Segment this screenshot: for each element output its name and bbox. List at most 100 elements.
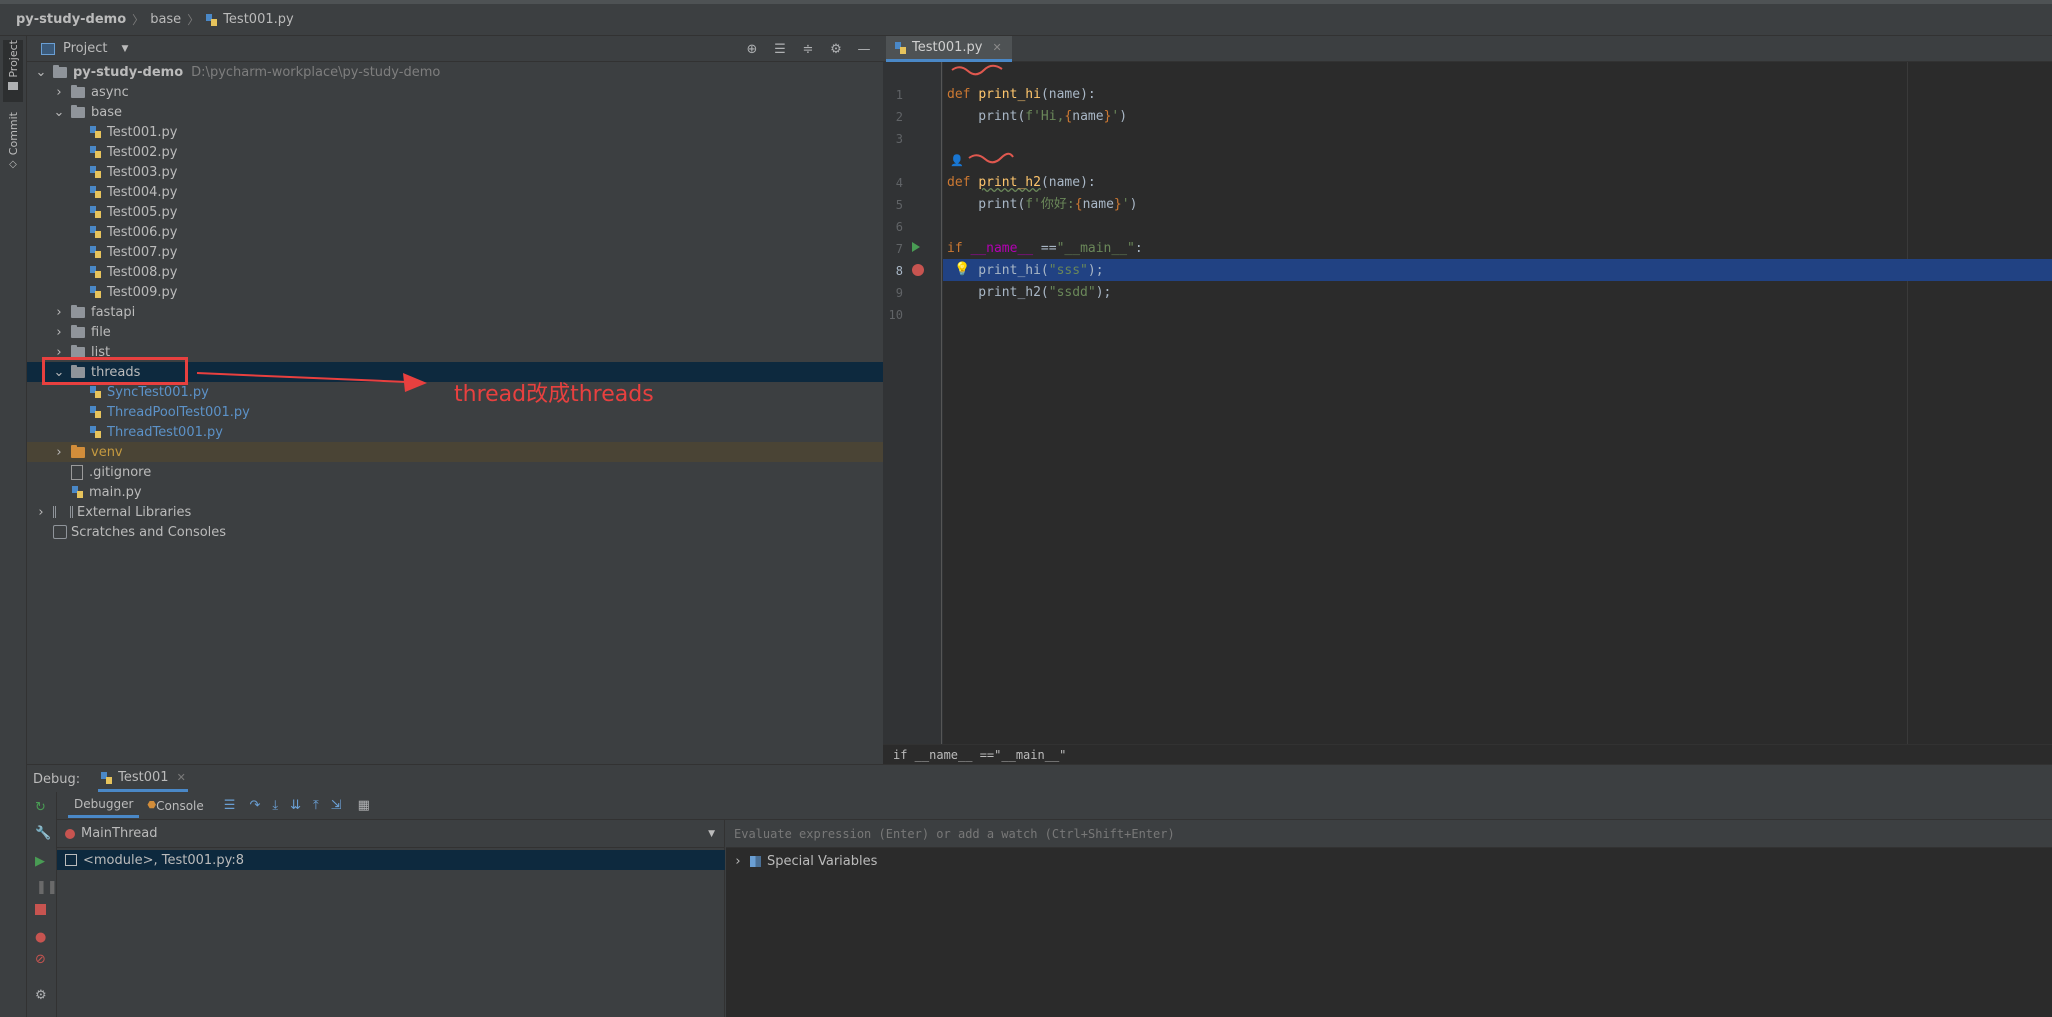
tree-item-file[interactable]: Test001.py xyxy=(27,122,945,142)
tree-item-gitignore[interactable]: .gitignore xyxy=(27,462,927,482)
tree-item-label: External Libraries xyxy=(77,504,192,520)
tree-item-file[interactable]: Test009.py xyxy=(27,282,945,302)
root-path: D:\pycharm-workplace\py-study-demo xyxy=(191,64,441,80)
gear-icon[interactable]: ⚙ xyxy=(35,988,47,1003)
special-variables-row[interactable]: › Special Variables xyxy=(726,850,877,872)
line-number: 8 xyxy=(895,264,903,278)
tree-item-file[interactable]: Test007.py xyxy=(27,242,945,262)
python-file-icon xyxy=(90,166,101,178)
lightbulb-icon[interactable]: 💡 xyxy=(954,262,970,277)
chevron-right-icon[interactable]: › xyxy=(732,854,744,869)
code-line-9[interactable]: print_h2("ssdd"); xyxy=(947,282,1111,304)
tree-item-file[interactable]: Test008.py xyxy=(27,262,945,282)
thread-selector[interactable]: MainThread ▼ xyxy=(57,820,725,848)
tree-item-external-libraries[interactable]: › External Libraries xyxy=(27,502,891,522)
folder-icon xyxy=(71,104,85,118)
tree-item-file[interactable]: Test006.py xyxy=(27,222,945,242)
mute-breakpoints-icon[interactable]: ⊘ xyxy=(35,952,46,967)
annotation-arrow xyxy=(196,372,427,392)
scratches-icon xyxy=(53,525,67,539)
stack-frame-label: <module>, Test001.py:8 xyxy=(83,852,244,868)
editor-tab-label: Test001.py xyxy=(912,40,983,55)
step-into-icon[interactable]: ⤓ xyxy=(272,798,278,813)
tree-item-label: venv xyxy=(91,444,123,460)
breadcrumb-project[interactable]: py-study-demo xyxy=(16,12,126,27)
code-line-4[interactable]: def print_h2(name): xyxy=(947,172,1096,194)
rerun-icon[interactable]: ↻ xyxy=(35,800,46,815)
tree-item-label: Test007.py xyxy=(107,244,178,260)
resume-icon[interactable]: ▶ xyxy=(35,854,45,869)
collapse-all-icon[interactable]: ≑ xyxy=(799,40,817,58)
python-file-icon xyxy=(90,386,101,398)
chevron-right-icon[interactable]: › xyxy=(53,305,65,320)
tree-item-label: Test006.py xyxy=(107,224,178,240)
code-line-8[interactable]: print_hi("sss"); xyxy=(947,260,1103,282)
run-icon[interactable] xyxy=(912,242,920,252)
breadcrumb-file[interactable]: Test001.py xyxy=(223,12,294,27)
chevron-right-icon[interactable]: › xyxy=(53,85,65,100)
editor-area[interactable] xyxy=(883,36,2052,764)
wrench-icon[interactable]: 🔧 xyxy=(35,826,51,841)
pause-icon[interactable]: ❚❚ xyxy=(36,880,58,895)
editor-breadcrumb-status: if __name__ =="__main__" xyxy=(883,744,2052,764)
locate-icon[interactable]: ⊕ xyxy=(743,40,761,58)
code-line-5[interactable]: print(f'你好:{name}') xyxy=(947,194,1137,216)
tree-item-root[interactable]: ⌄ py-study-demo D:\pycharm-workplace\py-… xyxy=(27,62,891,82)
step-over-icon[interactable]: ↷ xyxy=(249,798,260,813)
tree-item-file[interactable]: Test002.py xyxy=(27,142,945,162)
navigation-bar: py-study-demo 〉 base 〉 Test001.py xyxy=(0,0,2052,36)
close-icon[interactable]: ✕ xyxy=(177,771,186,784)
editor-gutter[interactable] xyxy=(883,62,943,744)
breakpoint-icon[interactable] xyxy=(912,264,924,276)
chevron-down-icon[interactable]: ⌄ xyxy=(35,65,47,80)
step-into-my-code-icon[interactable]: ⇊ xyxy=(290,798,301,813)
tree-item-main[interactable]: main.py xyxy=(27,482,927,502)
tree-item-fastapi[interactable]: › fastapi xyxy=(27,302,909,322)
tree-item-base[interactable]: ⌄ base xyxy=(27,102,909,122)
thread-status-icon xyxy=(65,828,75,839)
expand-all-icon[interactable]: ☰ xyxy=(771,40,789,58)
code-line-1[interactable]: def print_hi(name): xyxy=(947,84,1096,106)
editor-tab-test001[interactable]: Test001.py ✕ xyxy=(886,36,1012,62)
tree-item-file[interactable]: › file xyxy=(27,322,909,342)
dropdown-arrow-icon[interactable]: ▼ xyxy=(708,829,715,839)
tree-item-venv[interactable]: › venv xyxy=(27,442,909,462)
project-view-selector[interactable]: Project ▼ xyxy=(41,41,128,56)
tree-item-file[interactable]: ThreadTest001.py xyxy=(27,422,945,442)
tree-item-async[interactable]: › async xyxy=(27,82,909,102)
debug-session-tab[interactable]: Test001 ✕ xyxy=(98,766,188,792)
chevron-right-icon[interactable]: › xyxy=(35,505,47,520)
code-line-2[interactable]: print(f'Hi,{name}') xyxy=(947,106,1127,128)
run-to-cursor-icon[interactable]: ⇲ xyxy=(331,798,342,813)
chevron-right-icon[interactable]: › xyxy=(53,325,65,340)
stop-icon[interactable] xyxy=(35,904,46,915)
tree-item-file[interactable]: Test004.py xyxy=(27,182,945,202)
commit-tool-tab[interactable]: Commit ◇ xyxy=(3,112,23,178)
minimize-icon[interactable]: — xyxy=(855,40,873,58)
tree-item-scratches[interactable]: Scratches and Consoles xyxy=(27,522,909,542)
console-tab[interactable]: ⬣ Console xyxy=(147,799,203,813)
tree-item-file[interactable]: Test003.py xyxy=(27,162,945,182)
view-breakpoints-icon[interactable]: ● xyxy=(35,930,46,945)
commit-icon: ◇ xyxy=(9,159,17,171)
show-execution-point-icon[interactable]: ☰ xyxy=(224,798,236,813)
code-line-7[interactable]: if __name__ =="__main__": xyxy=(947,238,1143,260)
line-number: 2 xyxy=(895,110,903,124)
breadcrumb-folder[interactable]: base xyxy=(150,12,181,27)
stack-frame[interactable]: <module>, Test001.py:8 xyxy=(57,850,725,870)
project-tool-tab[interactable]: Project xyxy=(3,40,23,102)
evaluate-expression-input[interactable]: Evaluate expression (Enter) or add a wat… xyxy=(726,820,2052,848)
chevron-right-icon[interactable]: › xyxy=(53,445,65,460)
dropdown-arrow-icon: ▼ xyxy=(121,43,129,54)
chevron-down-icon[interactable]: ⌄ xyxy=(53,105,65,120)
step-out-icon[interactable]: ⤒ xyxy=(313,798,319,813)
gear-icon[interactable]: ⚙ xyxy=(827,40,845,58)
debugger-tab[interactable]: Debugger xyxy=(68,793,140,818)
close-icon[interactable]: ✕ xyxy=(993,41,1002,54)
python-file-icon xyxy=(90,126,101,138)
line-number: 7 xyxy=(895,242,903,256)
annotation-text: thread改成threads xyxy=(454,382,654,407)
tree-item-file[interactable]: Test005.py xyxy=(27,202,945,222)
tree-item-label: .gitignore xyxy=(89,464,152,480)
evaluate-expression-icon[interactable]: ▦ xyxy=(358,798,370,813)
